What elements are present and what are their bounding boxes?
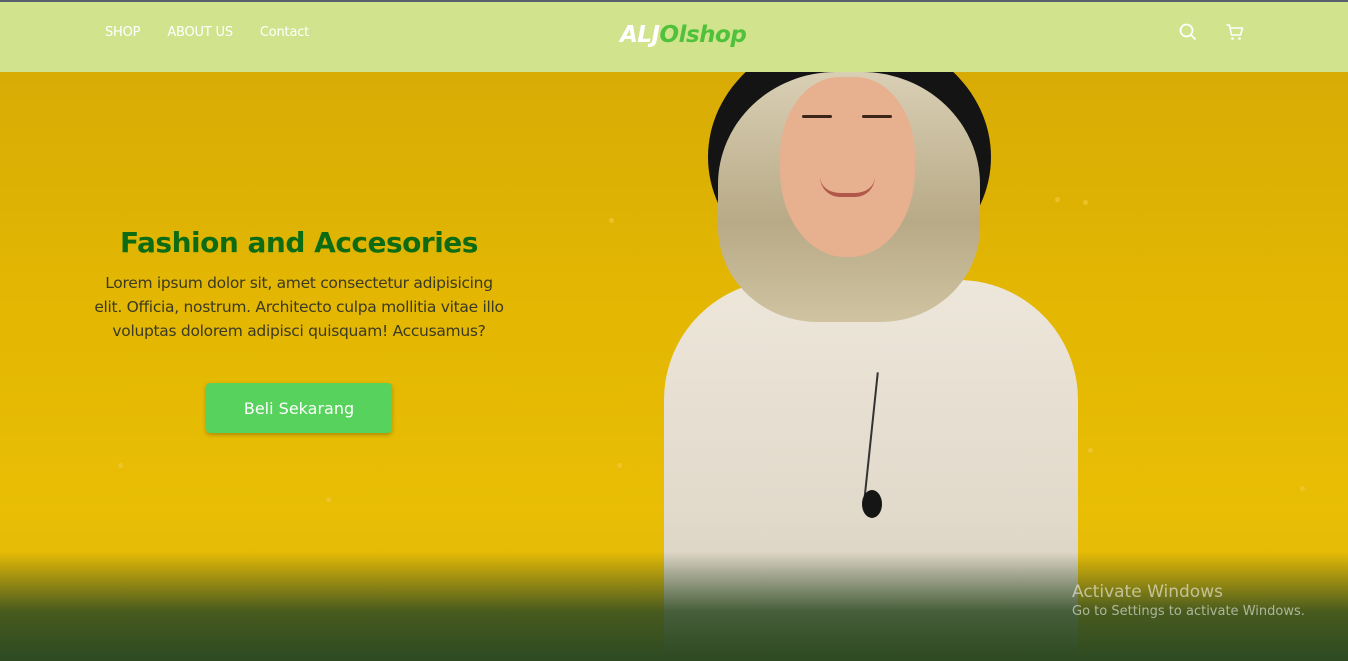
watermark-title: Activate Windows — [1072, 582, 1223, 602]
model-eye — [802, 115, 832, 118]
brand-logo-part2: Olshop — [659, 22, 747, 48]
model-smile — [820, 177, 875, 197]
brand-logo[interactable]: ALJOlshop — [620, 22, 747, 48]
wall-rivet — [1083, 200, 1088, 205]
buy-now-button[interactable]: Beli Sekarang — [206, 383, 392, 433]
hero-text-block: Fashion and Accesories Lorem ipsum dolor… — [90, 226, 508, 343]
wall-rivet — [1088, 448, 1093, 453]
navbar: SHOP ABOUT US Contact ALJOlshop — [0, 2, 1348, 72]
wall-rivet — [118, 463, 123, 468]
hero-section: Fashion and Accesories Lorem ipsum dolor… — [0, 72, 1348, 661]
hero-title: Fashion and Accesories — [120, 226, 478, 259]
nav-icons — [1178, 22, 1245, 42]
nav-link-shop[interactable]: SHOP — [105, 25, 141, 40]
wall-rivet — [609, 218, 614, 223]
nav-links: SHOP ABOUT US Contact — [105, 25, 309, 40]
nav-link-contact[interactable]: Contact — [260, 25, 309, 40]
windows-activation-watermark: Activate Windows Go to Settings to activ… — [1072, 582, 1305, 619]
wall-rivet — [326, 497, 331, 502]
search-icon[interactable] — [1178, 22, 1198, 42]
wall-rivet — [1055, 197, 1060, 202]
nav-link-about-us[interactable]: ABOUT US — [167, 25, 233, 40]
wall-rivet — [617, 463, 622, 468]
brand-logo-part1: ALJ — [620, 22, 660, 48]
wall-rivet — [1300, 486, 1305, 491]
model-face — [780, 77, 915, 257]
model-eye — [862, 115, 892, 118]
cart-icon[interactable] — [1225, 22, 1245, 42]
model-pendant — [862, 490, 882, 518]
watermark-subtitle: Go to Settings to activate Windows. — [1072, 604, 1305, 619]
hero-description: Lorem ipsum dolor sit, amet consectetur … — [94, 274, 504, 340]
